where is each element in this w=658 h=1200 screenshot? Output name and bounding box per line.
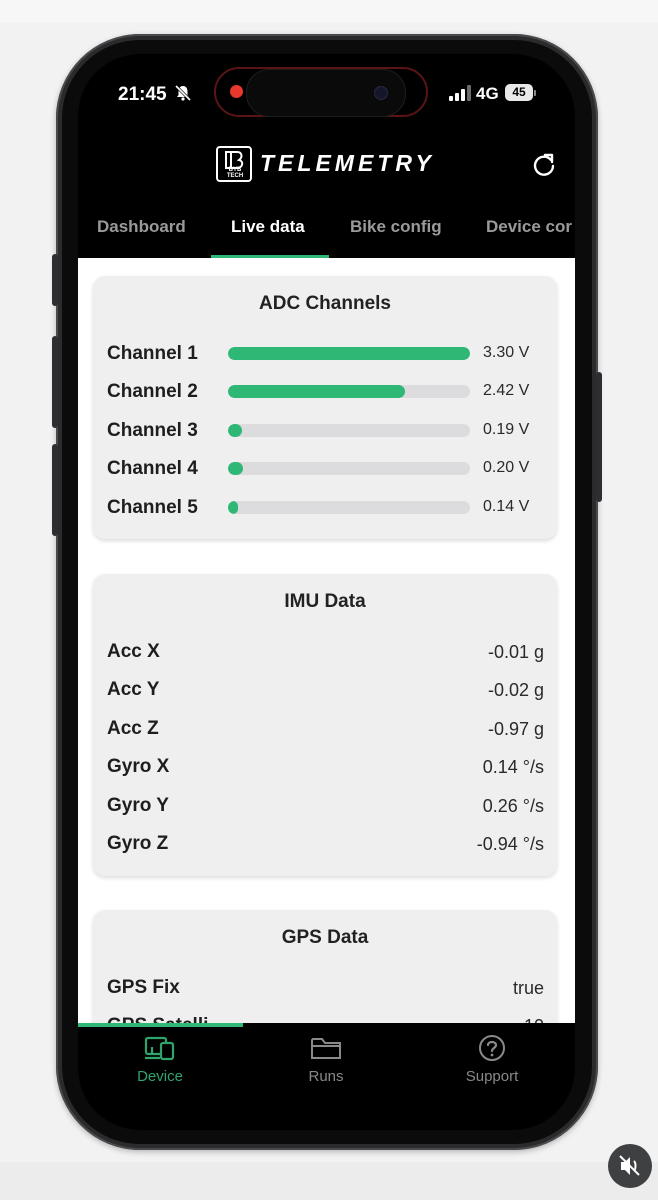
imu-value: 0.14 °/s: [482, 757, 544, 777]
nav-label: Runs: [308, 1068, 344, 1085]
channel-bar: [228, 462, 470, 475]
battery-tip: [534, 90, 536, 96]
devices-icon: [144, 1036, 175, 1061]
channel-label: Channel 5: [107, 497, 198, 518]
imu-value: -0.02 g: [487, 680, 544, 700]
bell-muted-icon: [174, 84, 192, 102]
imu-value: -0.01 g: [487, 642, 544, 662]
nav-device[interactable]: Device: [100, 1034, 220, 1085]
background-top: [0, 0, 658, 22]
nav-support[interactable]: Support: [432, 1034, 552, 1085]
tab-dashboard[interactable]: Dashboard: [97, 217, 186, 237]
power-button: [596, 372, 602, 502]
recording-dot-icon: [230, 85, 243, 98]
channel-bar-fill: [228, 347, 470, 360]
speaker-muted-icon: [619, 1155, 640, 1176]
tab-live-data[interactable]: Live data: [231, 217, 305, 237]
nav-label: Device: [137, 1068, 183, 1085]
battery-icon: 45: [505, 84, 533, 101]
tab-device-config[interactable]: Device cor: [486, 217, 572, 237]
channel-value: 0.20 V: [483, 459, 530, 476]
nav-label: Support: [465, 1068, 519, 1085]
cellular-signal-icon: [449, 85, 471, 101]
channel-bar-fill: [228, 385, 406, 398]
imu-label: Acc X: [107, 641, 160, 662]
tab-bike-config[interactable]: Bike config: [350, 217, 442, 237]
imu-data-card: IMU Data Acc X -0.01 g Acc Y -0.02 g Acc…: [93, 574, 557, 876]
volume-up-button: [52, 336, 58, 428]
imu-label: Acc Y: [107, 679, 160, 700]
channel-value: 2.42 V: [483, 382, 530, 399]
card-title: GPS Data: [281, 927, 369, 948]
phone-screen: 21:45 4G 45 BYB TECH TELEMETRY Dashboard…: [78, 54, 575, 1130]
folder-icon: [311, 1038, 341, 1059]
gps-value: 10: [524, 1016, 544, 1023]
gps-label: GPS Fix: [107, 977, 180, 998]
channel-label: Channel 2: [107, 381, 198, 402]
channel-bar: [228, 424, 470, 437]
refresh-icon[interactable]: [531, 152, 557, 178]
imu-label: Gyro X: [107, 756, 170, 777]
imu-value: -0.97 g: [487, 719, 544, 739]
volume-down-button: [52, 444, 58, 536]
network-type: 4G: [476, 84, 499, 103]
imu-label: Gyro Y: [107, 795, 169, 816]
gps-label: GPS Satelli: [107, 1015, 208, 1023]
live-data-content[interactable]: ADC Channels Channel 1 3.30 V Channel 2 …: [78, 258, 575, 1023]
channel-bar-fill: [228, 462, 243, 475]
adc-channels-card: ADC Channels Channel 1 3.30 V Channel 2 …: [93, 276, 557, 539]
card-title: IMU Data: [284, 591, 366, 612]
logo-text: BYB TECH: [226, 167, 244, 179]
loading-progress-bar: [78, 1023, 243, 1027]
nav-runs[interactable]: Runs: [266, 1034, 386, 1085]
front-camera-icon: [374, 86, 388, 100]
channel-bar: [228, 385, 470, 398]
imu-label: Acc Z: [107, 718, 159, 739]
channel-bar-fill: [228, 424, 243, 437]
app-logo: BYB TECH: [216, 146, 252, 182]
channel-bar: [228, 501, 470, 514]
imu-value: 0.26 °/s: [482, 796, 544, 816]
app-title: TELEMETRY: [260, 150, 435, 176]
help-circle-icon: [479, 1035, 505, 1061]
mute-button[interactable]: [608, 1144, 652, 1188]
gps-data-card: GPS Data GPS Fix true GPS Satelli 10: [93, 910, 557, 1023]
imu-value: -0.94 °/s: [476, 834, 544, 854]
background-bottom: [0, 1162, 658, 1200]
channel-label: Channel 4: [107, 458, 198, 479]
gps-value: true: [512, 978, 544, 998]
action-button: [52, 254, 58, 306]
imu-label: Gyro Z: [107, 833, 169, 854]
channel-value: 3.30 V: [483, 344, 530, 361]
status-time: 21:45: [118, 84, 167, 105]
channel-label: Channel 3: [107, 420, 198, 441]
channel-bar: [228, 347, 470, 360]
card-title: ADC Channels: [259, 293, 391, 314]
channel-value: 0.19 V: [483, 421, 530, 438]
channel-label: Channel 1: [107, 343, 198, 364]
channel-value: 0.14 V: [483, 498, 530, 515]
channel-bar-fill: [228, 501, 239, 514]
